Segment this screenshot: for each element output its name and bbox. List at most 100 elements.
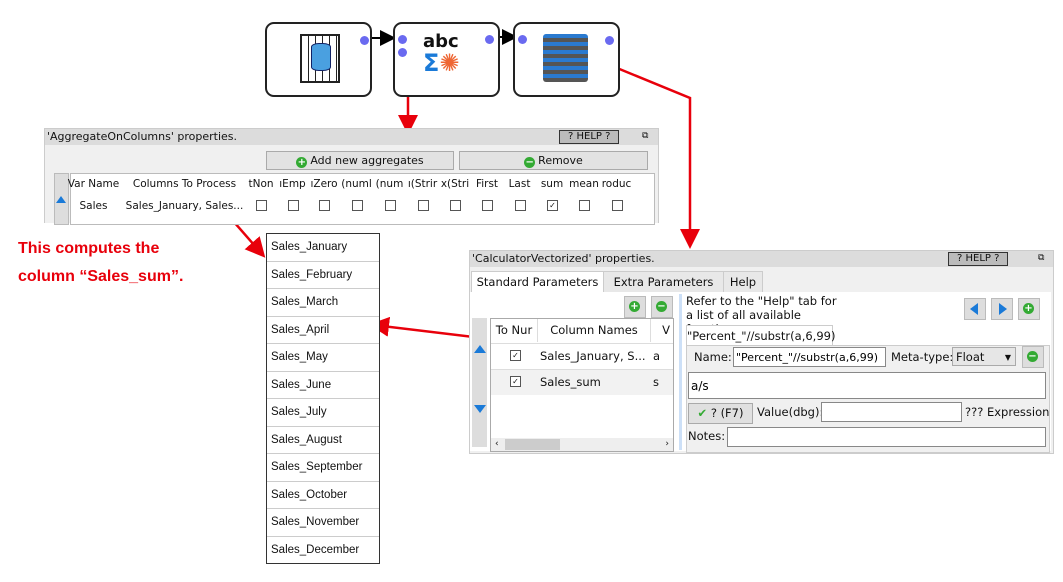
- variable-cell[interactable]: a: [653, 349, 660, 363]
- column-header[interactable]: Last: [503, 178, 536, 190]
- move-up-icon[interactable]: [474, 345, 486, 353]
- columns-cell[interactable]: Sales_January, Sales...: [124, 200, 245, 212]
- aggregate-checkbox[interactable]: [417, 200, 429, 211]
- list-item[interactable]: Sales_July: [267, 399, 379, 427]
- chevron-down-icon: ▼: [1004, 353, 1011, 362]
- column-header[interactable]: ıEmp: [277, 178, 308, 190]
- aggregate-checkbox[interactable]: [579, 200, 590, 211]
- status-text: ??? Expression: [965, 405, 1050, 419]
- aggregate-checkbox[interactable]: ✓: [547, 200, 558, 211]
- list-item[interactable]: Sales_June: [267, 372, 379, 399]
- to-num-checkbox[interactable]: ✓: [510, 350, 521, 361]
- move-down-icon[interactable]: [474, 405, 486, 413]
- aggregate-sigma-icon: abc Σ✺: [423, 31, 460, 77]
- remove-button[interactable]: − Remove: [459, 151, 648, 170]
- splitter[interactable]: [679, 294, 682, 450]
- annotation-text: This computes the column “Sales_sum”.: [18, 235, 183, 291]
- meta-type-label: Meta-type:: [891, 350, 954, 364]
- column-header[interactable]: (num: [373, 178, 406, 190]
- aggregate-checkbox[interactable]: [256, 200, 267, 211]
- column-header[interactable]: V: [651, 319, 673, 342]
- input-port[interactable]: [518, 35, 527, 44]
- column-header[interactable]: Column Names: [538, 319, 651, 342]
- column-header[interactable]: ıZero: [308, 178, 340, 190]
- aggregate-checkbox[interactable]: [482, 200, 493, 211]
- list-item[interactable]: Sales_May: [267, 344, 379, 372]
- column-header[interactable]: x(Stri: [439, 178, 471, 190]
- output-port[interactable]: [605, 36, 614, 45]
- to-num-checkbox[interactable]: ✓: [510, 376, 521, 387]
- meta-type-select[interactable]: Float ▼: [952, 347, 1016, 366]
- help-button[interactable]: ? HELP ?: [559, 130, 620, 144]
- aggregate-checkbox[interactable]: [514, 200, 526, 211]
- output-port[interactable]: [485, 35, 494, 44]
- list-item[interactable]: Sales_February: [267, 262, 379, 289]
- data-table-node[interactable]: [265, 22, 372, 97]
- horizontal-scrollbar[interactable]: ‹ ›: [491, 438, 673, 451]
- help-button[interactable]: ? HELP ?: [948, 252, 1009, 266]
- add-expression-button[interactable]: +: [1018, 298, 1040, 320]
- name-label: Name:: [694, 350, 732, 364]
- restore-icon[interactable]: ⧉: [642, 131, 648, 141]
- list-item[interactable]: Sales_October: [267, 482, 379, 509]
- notes-label: Notes:: [688, 429, 726, 443]
- list-item[interactable]: Sales_March: [267, 289, 379, 317]
- list-item[interactable]: Sales_November: [267, 509, 379, 537]
- column-names-cell[interactable]: Sales_sum: [540, 375, 601, 389]
- restore-icon[interactable]: ⧉: [1038, 253, 1044, 263]
- column-names-cell[interactable]: Sales_January, S...: [540, 349, 646, 363]
- calculator-icon: [543, 34, 588, 82]
- remove-row-button[interactable]: −: [651, 296, 673, 318]
- input-port[interactable]: [398, 48, 407, 57]
- tab-help[interactable]: Help: [723, 271, 763, 293]
- columns-list: Sales_January Sales_February Sales_March Sa…: [266, 233, 380, 564]
- value-label: Value(dbg):: [757, 405, 824, 419]
- arrow-left-icon: [970, 303, 978, 315]
- column-header[interactable]: tNon: [245, 178, 277, 190]
- list-item[interactable]: Sales_August: [267, 427, 379, 454]
- column-header[interactable]: roduc: [600, 178, 633, 190]
- tab-extra-parameters[interactable]: Extra Parameters: [603, 271, 724, 293]
- minus-icon: −: [1027, 351, 1038, 362]
- column-header[interactable]: ı(Strir: [406, 178, 439, 190]
- add-row-button[interactable]: +: [624, 296, 646, 318]
- column-header[interactable]: sum: [536, 178, 568, 190]
- tab-standard-parameters[interactable]: Standard Parameters: [471, 271, 604, 293]
- calculator-vectorized-node[interactable]: [513, 22, 620, 97]
- list-item[interactable]: Sales_December: [267, 537, 379, 564]
- notes-input[interactable]: [727, 427, 1046, 447]
- plus-icon: +: [1023, 303, 1034, 314]
- next-button[interactable]: [991, 298, 1013, 320]
- aggregate-on-columns-node[interactable]: abc Σ✺: [393, 22, 500, 97]
- aggregate-checkbox[interactable]: [287, 200, 299, 211]
- aggregate-properties-panel: 'AggregateOnColumns' properties. ? HELP …: [44, 128, 659, 225]
- aggregate-checkbox[interactable]: [450, 200, 461, 211]
- remove-expression-button[interactable]: −: [1022, 346, 1044, 368]
- expression-tab[interactable]: "Percent_"//substr(a,6,99): [686, 325, 835, 346]
- column-header[interactable]: (numl: [340, 178, 373, 190]
- column-header[interactable]: To Nur: [491, 319, 538, 342]
- var-name-cell[interactable]: Sales: [63, 200, 124, 212]
- aggregate-checkbox[interactable]: [319, 200, 330, 211]
- value-dbg-input[interactable]: [821, 402, 962, 422]
- column-header[interactable]: Columns To Process: [124, 178, 245, 190]
- check-expression-button[interactable]: ✔ ? (F7): [688, 403, 753, 424]
- variable-cell[interactable]: s: [653, 375, 659, 389]
- check-icon: ✔: [697, 406, 708, 420]
- column-header[interactable]: Var Name: [63, 178, 124, 190]
- annotation-line: column “Sales_sum”.: [18, 268, 184, 285]
- aggregate-checkbox[interactable]: [351, 200, 363, 211]
- column-header[interactable]: First: [471, 178, 503, 190]
- aggregate-checkbox[interactable]: [384, 200, 396, 211]
- input-port[interactable]: [398, 35, 407, 44]
- list-item[interactable]: Sales_April: [267, 317, 379, 344]
- expression-input[interactable]: [688, 372, 1046, 399]
- add-aggregates-button[interactable]: + Add new aggregates: [266, 151, 454, 170]
- column-header[interactable]: mean: [568, 178, 600, 190]
- output-port[interactable]: [360, 36, 369, 45]
- name-input[interactable]: [733, 347, 886, 367]
- list-item[interactable]: Sales_January: [267, 234, 379, 262]
- list-item[interactable]: Sales_September: [267, 454, 379, 482]
- previous-button[interactable]: [964, 298, 986, 320]
- aggregate-checkbox[interactable]: [611, 200, 623, 211]
